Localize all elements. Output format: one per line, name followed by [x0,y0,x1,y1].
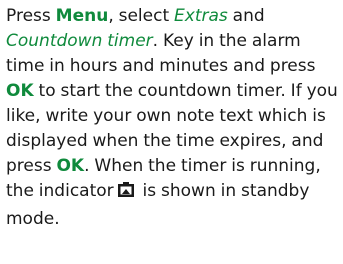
text-run: Press [6,6,56,26]
menu-keyword: Menu [55,6,109,26]
text-run: , select [108,6,175,26]
text-run: and [227,6,265,26]
countdown-timer-indicator-icon [116,181,136,207]
ok-keyword: OK [56,156,85,176]
extras-menu-item: Extras [174,6,228,26]
ok-keyword: OK [6,81,34,101]
instruction-paragraph: Press Menu, select Extras and Countdown … [6,4,340,232]
countdown-timer-menu-item: Countdown timer [6,31,153,51]
